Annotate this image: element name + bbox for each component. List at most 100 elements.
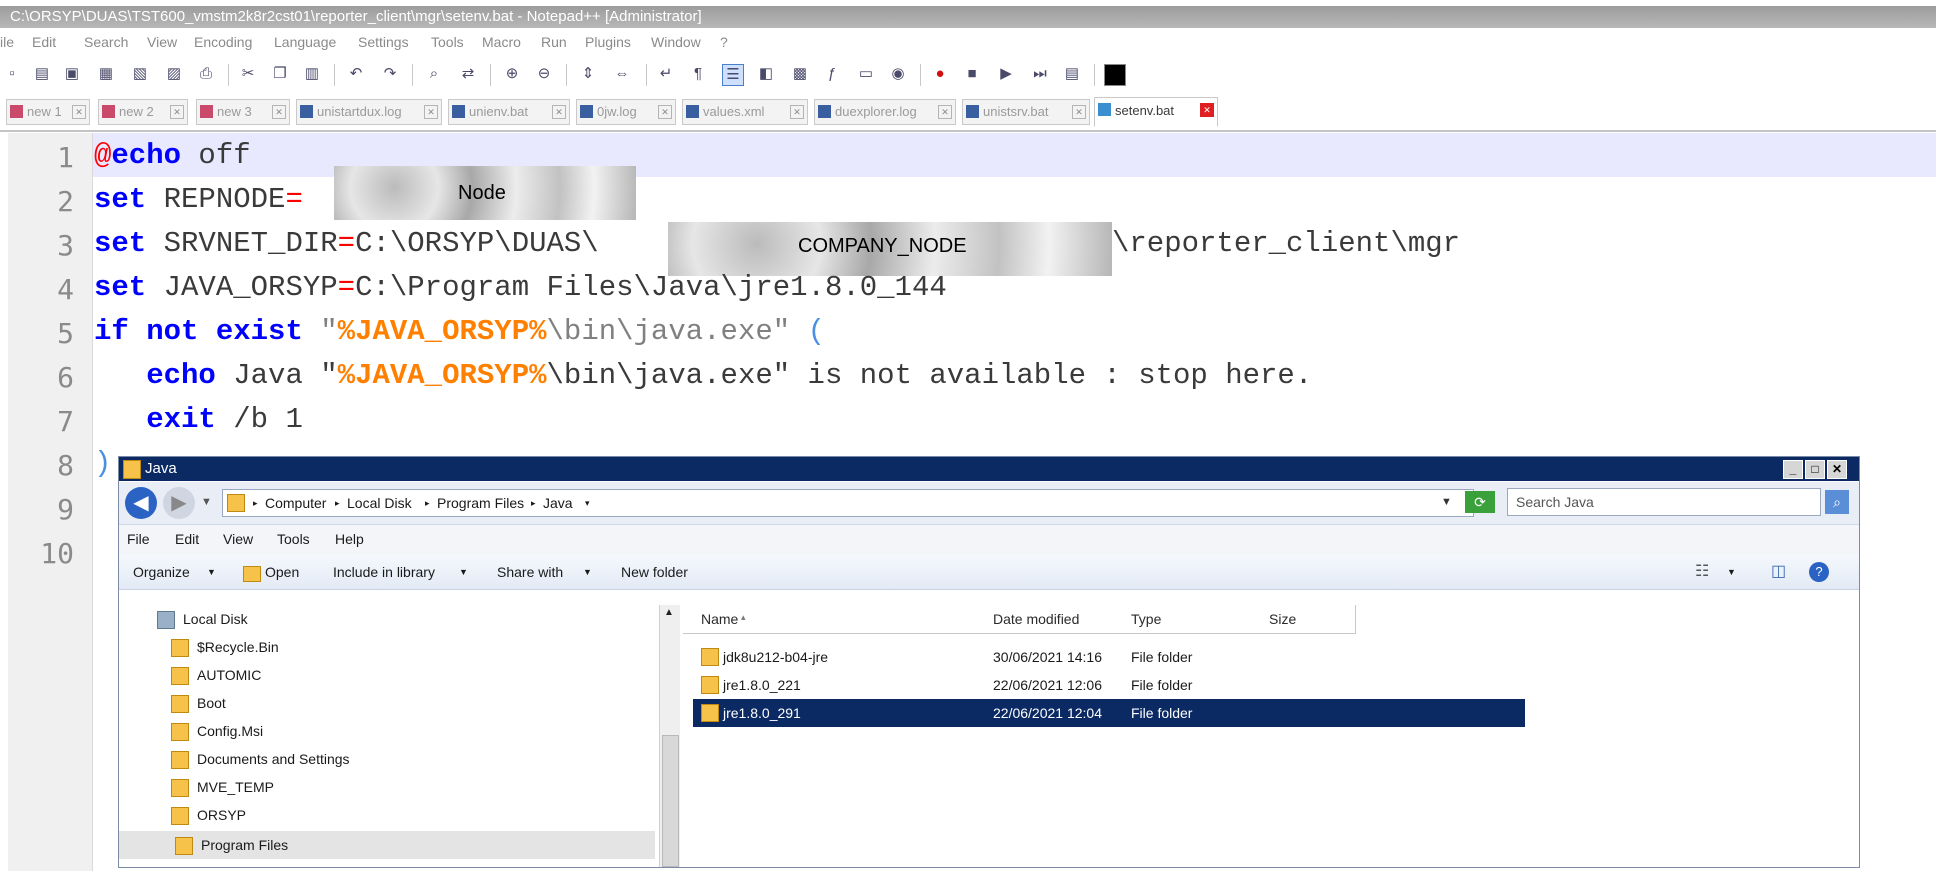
file-row[interactable]: jre1.8.0_221 22/06/2021 12:06 File folde… — [693, 671, 1525, 699]
chevron-down-icon[interactable]: ▼ — [1727, 567, 1736, 577]
breadcrumb-computer[interactable]: Computer — [265, 490, 326, 516]
breadcrumb-arrow-icon[interactable]: ▸ — [425, 490, 430, 516]
column-header-name[interactable]: Name ▴ — [683, 605, 988, 634]
forward-icon[interactable]: ▶ — [163, 487, 195, 519]
search-icon[interactable]: ⌕ — [1825, 490, 1849, 514]
tab-unistsrv-bat[interactable]: unistsrv.bat ✕ — [962, 99, 1090, 125]
close-icon[interactable]: ✕ — [938, 105, 952, 119]
udl-icon[interactable]: ◧ — [756, 64, 776, 84]
menu-view[interactable]: View — [223, 531, 253, 547]
new-icon[interactable]: ▫ — [2, 64, 22, 84]
breadcrumb-local-disk[interactable]: Local Disk — [347, 490, 412, 516]
new-folder-button[interactable]: New folder — [621, 564, 688, 580]
close-icon[interactable]: ✕ — [658, 105, 672, 119]
chevron-down-icon[interactable]: ▼ — [1441, 496, 1452, 508]
black-square-icon[interactable] — [1104, 64, 1126, 86]
menu-help[interactable]: ? — [720, 34, 728, 50]
close-icon[interactable]: ✕ — [552, 105, 566, 119]
file-row[interactable]: jdk8u212-b04-jre 30/06/2021 14:16 File f… — [693, 643, 1525, 671]
menu-tools[interactable]: Tools — [431, 34, 464, 50]
menu-file[interactable]: File — [127, 531, 150, 547]
paste-icon[interactable]: ▥ — [302, 64, 322, 84]
open-button[interactable]: Open — [265, 564, 299, 580]
chevron-down-icon[interactable]: ▼ — [201, 496, 212, 508]
close-icon[interactable]: ▧ — [130, 64, 150, 84]
play-icon[interactable]: ▶ — [996, 64, 1016, 84]
tab-new-3[interactable]: new 3 ✕ — [196, 99, 290, 125]
doc-map-icon[interactable]: ▩ — [790, 64, 810, 84]
menu-view[interactable]: View — [147, 34, 177, 50]
save-icon[interactable]: ▣ — [62, 64, 82, 84]
address-input[interactable]: ▸ Computer ▸ Local Disk ▸ Program Files … — [222, 489, 1474, 517]
nav-item-mve-temp[interactable]: MVE_TEMP — [171, 779, 274, 797]
nav-item-automic[interactable]: AUTOMIC — [171, 667, 261, 685]
indent-guide-icon[interactable]: ☰ — [722, 64, 744, 86]
nav-item-program-files[interactable]: Program Files — [119, 831, 655, 859]
breadcrumb-arrow-icon[interactable]: ▸ — [253, 490, 258, 516]
menu-window[interactable]: Window — [651, 34, 701, 50]
breadcrumb-arrow-icon[interactable]: ▾ — [585, 490, 590, 516]
menu-tools[interactable]: Tools — [277, 531, 310, 547]
breadcrumb-arrow-icon[interactable]: ▸ — [531, 490, 536, 516]
zoom-in-icon[interactable]: ⊕ — [502, 64, 522, 84]
tab-values-xml[interactable]: values.xml ✕ — [682, 99, 808, 125]
menu-plugins[interactable]: Plugins — [585, 34, 631, 50]
menu-encoding[interactable]: Encoding — [194, 34, 252, 50]
wrap-icon[interactable]: ↵ — [656, 64, 676, 84]
sync-v-icon[interactable]: ⇕ — [578, 64, 598, 84]
nav-item-config-msi[interactable]: Config.Msi — [171, 723, 263, 741]
undo-icon[interactable]: ↶ — [346, 64, 366, 84]
menu-help[interactable]: Help — [335, 531, 364, 547]
save-all-icon[interactable]: ▦ — [96, 64, 116, 84]
minimize-button[interactable]: _ — [1783, 460, 1803, 479]
close-icon[interactable]: ✕ — [1072, 105, 1086, 119]
scrollbar-thumb[interactable] — [662, 735, 679, 867]
tab-setenv-bat[interactable]: setenv.bat ✕ — [1094, 97, 1218, 127]
breadcrumb-arrow-icon[interactable]: ▸ — [335, 490, 340, 516]
column-header-size[interactable]: Size — [1263, 605, 1356, 634]
menu-language[interactable]: Language — [274, 34, 336, 50]
nav-item-recycle-bin[interactable]: $Recycle.Bin — [171, 639, 279, 657]
column-header-date[interactable]: Date modified — [987, 605, 1126, 634]
sync-h-icon[interactable]: ⇔ — [612, 64, 632, 84]
menu-settings[interactable]: Settings — [358, 34, 409, 50]
close-icon[interactable]: ✕ — [272, 105, 286, 119]
all-chars-icon[interactable]: ¶ — [688, 64, 708, 84]
close-icon[interactable]: ✕ — [1200, 103, 1214, 117]
copy-icon[interactable]: ❐ — [270, 64, 290, 84]
tab-0jw-log[interactable]: 0jw.log ✕ — [576, 99, 676, 125]
breadcrumb-java[interactable]: Java — [543, 490, 573, 516]
menu-file[interactable]: ile — [0, 34, 14, 50]
chevron-down-icon[interactable]: ▼ — [207, 567, 216, 577]
organize-button[interactable]: Organize — [133, 564, 190, 580]
close-icon[interactable]: ✕ — [424, 105, 438, 119]
tab-unistartdux-log[interactable]: unistartdux.log ✕ — [296, 99, 442, 125]
nav-item-boot[interactable]: Boot — [171, 695, 226, 713]
run-multiple-icon[interactable]: ⏭ — [1030, 64, 1050, 84]
scroll-up-icon[interactable]: ▲ — [664, 607, 674, 618]
tab-unienv-bat[interactable]: unienv.bat ✕ — [448, 99, 570, 125]
search-input[interactable]: Search Java — [1507, 488, 1821, 516]
replace-icon[interactable]: ⇄ — [458, 64, 478, 84]
monitor-icon[interactable]: ◉ — [888, 64, 908, 84]
tab-new-2[interactable]: new 2 ✕ — [98, 99, 188, 125]
file-row-selected[interactable]: jre1.8.0_291 22/06/2021 12:04 File folde… — [693, 699, 1525, 727]
record-icon[interactable]: ● — [930, 64, 950, 84]
close-icon[interactable]: ✕ — [170, 105, 184, 119]
zoom-out-icon[interactable]: ⊖ — [534, 64, 554, 84]
view-options-icon[interactable]: ☷ — [1695, 561, 1709, 581]
menu-macro[interactable]: Macro — [482, 34, 521, 50]
cut-icon[interactable]: ✂ — [238, 64, 258, 84]
nav-item-documents-and-settings[interactable]: Documents and Settings — [171, 751, 350, 769]
navigation-scrollbar[interactable]: ▲ — [659, 605, 680, 867]
back-icon[interactable]: ◀ — [125, 487, 157, 519]
close-icon[interactable]: ✕ — [72, 105, 86, 119]
nav-item-orsyp[interactable]: ORSYP — [171, 807, 246, 825]
find-icon[interactable]: ⌕ — [424, 64, 444, 84]
tab-new-1[interactable]: new 1 ✕ — [6, 99, 90, 125]
nav-item-local-disk[interactable]: Local Disk — [157, 611, 248, 629]
refresh-icon[interactable]: ⟳ — [1465, 491, 1495, 513]
maximize-button[interactable]: □ — [1805, 460, 1825, 479]
tab-duexplorer-log[interactable]: duexplorer.log ✕ — [814, 99, 956, 125]
preview-pane-icon[interactable]: ◫ — [1771, 561, 1786, 581]
